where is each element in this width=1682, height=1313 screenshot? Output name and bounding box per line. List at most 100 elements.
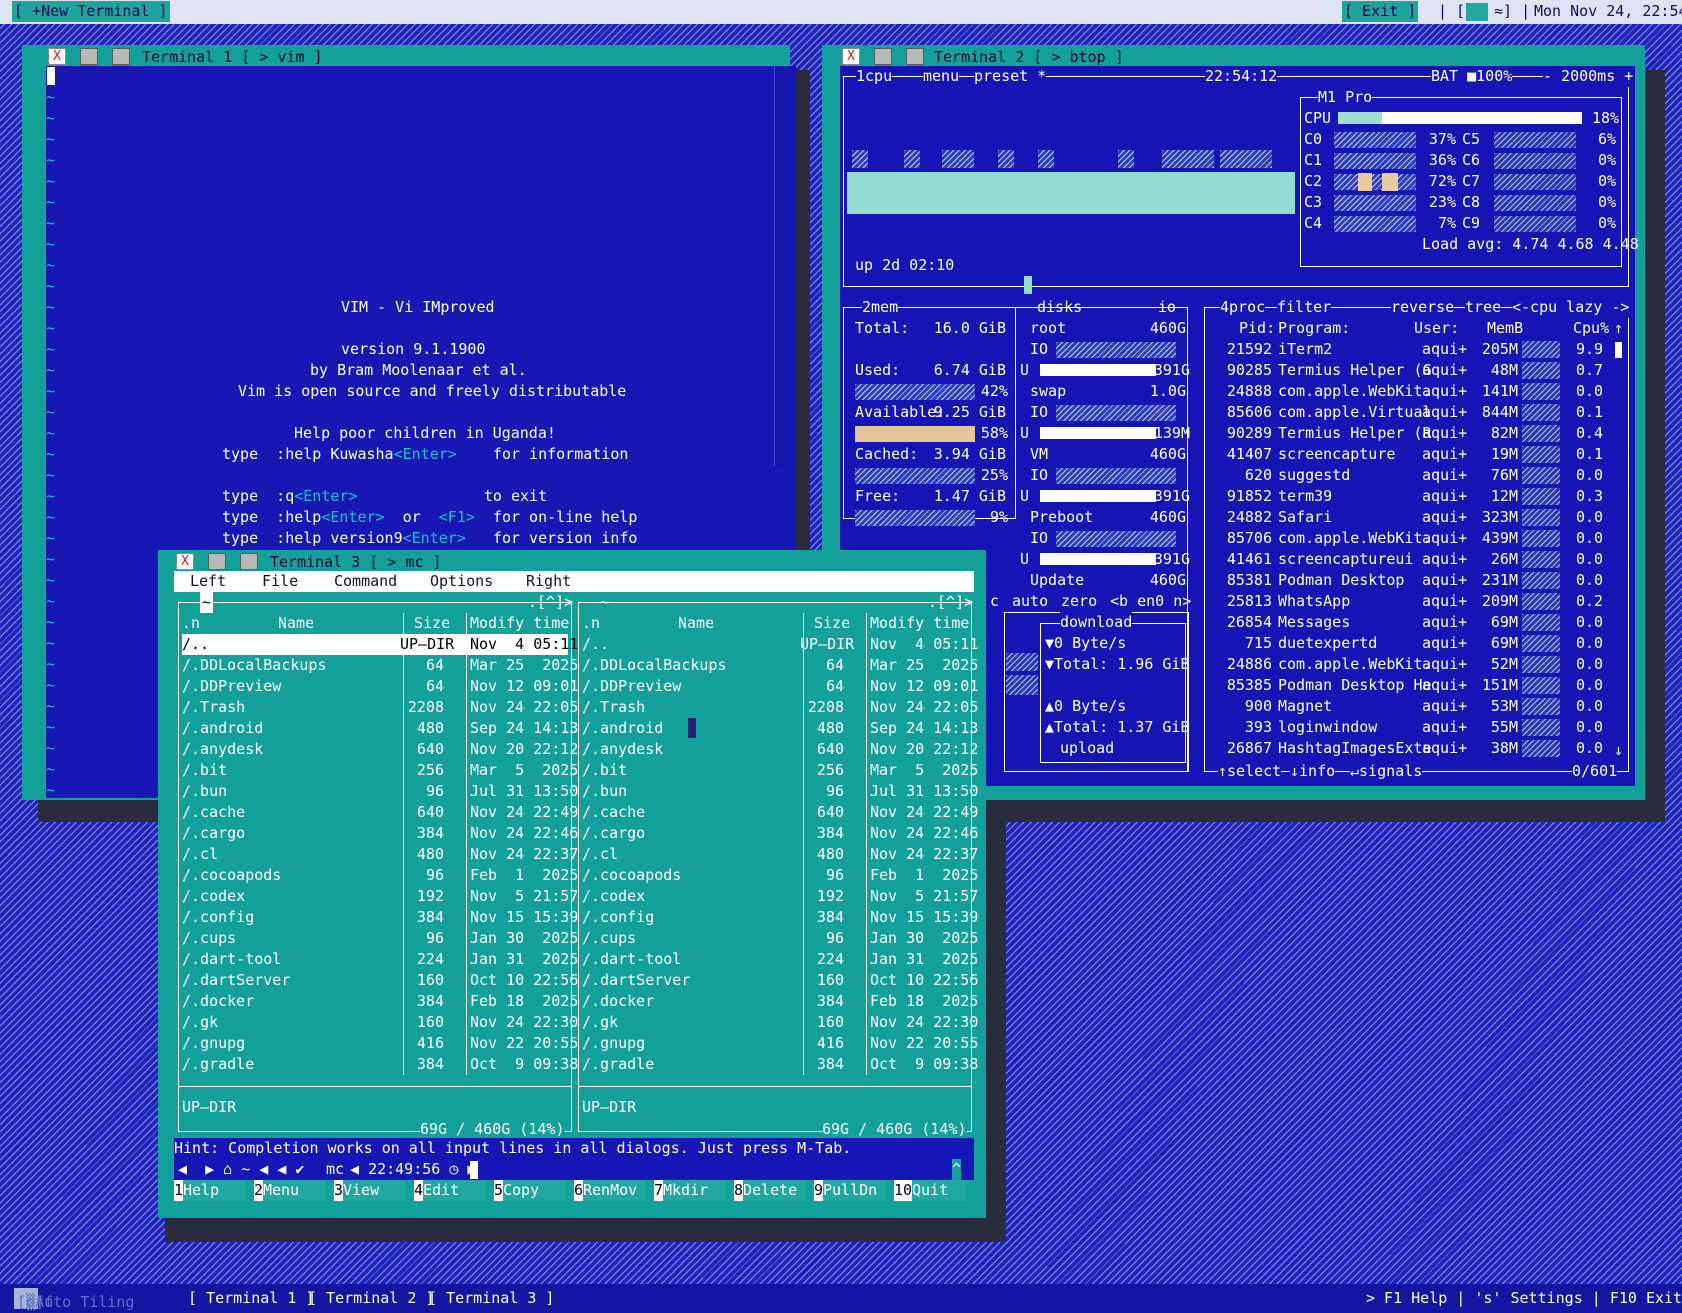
file-row[interactable]: /.config 384 Nov 15 15:39 <box>182 907 578 928</box>
prompt-corner-icon[interactable]: ^ <box>952 1159 962 1180</box>
file-row[interactable]: /.gk 160 Nov 24 22:30 <box>182 1012 578 1033</box>
fkey-view-button[interactable]: View <box>343 1180 406 1201</box>
proc-signals[interactable]: ↵signals <box>1350 761 1423 782</box>
file-row[interactable]: /.cache 640 Nov 24 22:49 <box>182 802 578 823</box>
minimize-button[interactable] <box>874 48 892 65</box>
file-row[interactable]: /.bun 96 Jul 31 13:50 <box>582 781 978 802</box>
maximize-button[interactable] <box>240 553 258 570</box>
col-size-right[interactable]: Size <box>814 613 850 634</box>
file-row[interactable]: /.cl 480 Nov 24 22:37 <box>582 844 978 865</box>
proc-reverse[interactable]: reverse <box>1391 297 1455 318</box>
file-row[interactable]: /.cargo 384 Nov 24 22:46 <box>182 823 578 844</box>
proc-info[interactable]: ↓info <box>1290 761 1336 782</box>
file-row[interactable]: /.docker 384 Feb 18 2025 <box>582 991 978 1012</box>
file-row[interactable]: /.config 384 Nov 15 15:39 <box>582 907 978 928</box>
proc-col-pid[interactable]: Pid: <box>1239 318 1275 339</box>
auto-tiling-toggle[interactable]: [off ▒] Auto Tiling <box>14 1288 134 1311</box>
right-panel-corner[interactable]: .[^]> <box>928 592 973 613</box>
vim-scrollbar[interactable] <box>774 66 784 466</box>
menu-command[interactable]: Command <box>334 571 397 592</box>
file-row[interactable]: /.dartServer 160 Oct 10 22:56 <box>182 970 578 991</box>
file-row[interactable]: /.gradle 384 Oct 9 09:38 <box>182 1054 578 1075</box>
file-row[interactable]: /.android 480 Sep 24 14:13 <box>582 718 978 739</box>
file-row[interactable]: /.android 480 Sep 24 14:13 <box>182 718 578 739</box>
terminal-3-titlebar[interactable]: X Terminal 3 [ > mc ] <box>158 550 986 573</box>
exit-button[interactable]: [ Exit ] <box>1342 1 1419 22</box>
close-button[interactable]: X <box>176 553 194 570</box>
col-modify-right[interactable]: Modify time <box>870 613 969 634</box>
minimize-button[interactable] <box>80 48 98 65</box>
fkey-menu-button[interactable]: Menu <box>263 1180 326 1201</box>
net-auto[interactable]: auto <box>1012 591 1048 612</box>
fkey-delete-button[interactable]: Delete <box>743 1180 806 1201</box>
terminal-1-titlebar[interactable]: X Terminal 1 [ > vim ] <box>22 45 790 68</box>
file-row[interactable]: /.cache 640 Nov 24 22:49 <box>582 802 978 823</box>
file-row[interactable]: /.cocoapods 96 Feb 1 2025 <box>582 865 978 886</box>
minimize-button[interactable] <box>208 553 226 570</box>
proc-scroll-up-icon[interactable]: ↑ <box>1614 318 1623 339</box>
proc-col-program[interactable]: Program: <box>1278 318 1350 339</box>
file-row[interactable]: /.gradle 384 Oct 9 09:38 <box>582 1054 978 1075</box>
file-row[interactable]: /.bun 96 Jul 31 13:50 <box>182 781 578 802</box>
proc-col-cpu[interactable]: Cpu% <box>1573 318 1609 339</box>
file-row[interactable]: /.dart-tool 224 Jan 31 2025 <box>182 949 578 970</box>
col-name-right[interactable]: Name <box>678 613 714 634</box>
close-button[interactable]: X <box>842 48 860 65</box>
proc-scroll-down-icon[interactable]: ↓ <box>1614 740 1623 761</box>
left-panel-path[interactable]: ~ <box>200 592 214 613</box>
file-row[interactable]: /.gnupg 416 Nov 22 20:55 <box>182 1033 578 1054</box>
file-row[interactable]: /.. UP—DIR Nov 4 05:11 <box>182 634 578 655</box>
file-row[interactable]: /.codex 192 Nov 5 21:57 <box>182 886 578 907</box>
file-row[interactable]: /.codex 192 Nov 5 21:57 <box>582 886 978 907</box>
taskbar-terminal-2[interactable]: [ Terminal 2 ] <box>308 1288 434 1309</box>
file-row[interactable]: /.cl 480 Nov 24 22:37 <box>182 844 578 865</box>
fkey-mkdir-button[interactable]: Mkdir <box>663 1180 726 1201</box>
file-row[interactable]: /.cups 96 Jan 30 2025 <box>582 928 978 949</box>
file-row[interactable]: /.Trash 2208 Nov 24 22:05 <box>582 697 978 718</box>
file-row[interactable]: /.dartServer 160 Oct 10 22:56 <box>582 970 978 991</box>
proc-tree[interactable]: tree <box>1465 297 1502 318</box>
menu-options[interactable]: Options <box>430 571 493 592</box>
fkey-help-button[interactable]: Help <box>183 1180 246 1201</box>
file-row[interactable]: /.. UP—DIR Nov 4 05:11 <box>582 634 978 655</box>
file-row[interactable]: /.dart-tool 224 Jan 31 2025 <box>582 949 978 970</box>
right-panel-path[interactable]: ~ <box>600 592 609 613</box>
proc-scrollbar[interactable] <box>1615 342 1622 358</box>
proc-col-user[interactable]: User: <box>1414 318 1459 339</box>
fkey-copy-button[interactable]: Copy <box>503 1180 566 1201</box>
file-row[interactable]: /.DDPreview 64 Nov 12 09:01 <box>182 676 578 697</box>
maximize-button[interactable] <box>112 48 130 65</box>
net-interface[interactable]: <b en0 n> <box>1110 591 1191 612</box>
file-row[interactable]: /.Trash 2208 Nov 24 22:05 <box>182 697 578 718</box>
taskbar-terminal-1[interactable]: [ Terminal 1 ] <box>188 1288 314 1309</box>
fkey-edit-button[interactable]: Edit <box>423 1180 486 1201</box>
col-modify-left[interactable]: Modify time <box>470 613 569 634</box>
col-name-left[interactable]: Name <box>278 613 314 634</box>
proc-sort[interactable]: <-cpu lazy -> <box>1512 297 1630 318</box>
file-row[interactable]: /.DDLocalBackups 64 Mar 25 2025 <box>582 655 978 676</box>
tray-icon[interactable] <box>1466 3 1488 21</box>
file-row[interactable]: /.anydesk 640 Nov 20 22:12 <box>582 739 978 760</box>
menu-file[interactable]: File <box>262 571 298 592</box>
file-row[interactable]: /.cargo 384 Nov 24 22:46 <box>582 823 978 844</box>
proc-col-mem[interactable]: MemB <box>1487 318 1523 339</box>
fkey-quit-button[interactable]: Quit <box>912 1180 966 1201</box>
update-interval[interactable]: - 2000ms + <box>1543 66 1634 87</box>
file-row[interactable]: /.gnupg 416 Nov 22 20:55 <box>582 1033 978 1054</box>
new-terminal-button[interactable]: [ +New Terminal ] <box>12 1 170 22</box>
menu-left[interactable]: Left <box>190 571 226 592</box>
close-button[interactable]: X <box>48 48 66 65</box>
fkey-pulldn-button[interactable]: PullDn <box>823 1180 886 1201</box>
file-row[interactable]: /.bit 256 Mar 5 2025 <box>582 760 978 781</box>
maximize-button[interactable] <box>906 48 924 65</box>
preset-toggle[interactable]: preset * <box>974 66 1047 87</box>
file-row[interactable]: /.bit 256 Mar 5 2025 <box>182 760 578 781</box>
file-row[interactable]: /.anydesk 640 Nov 20 22:12 <box>182 739 578 760</box>
left-panel-corner[interactable]: .[^]> <box>528 592 573 613</box>
file-row[interactable]: /.cups 96 Jan 30 2025 <box>182 928 578 949</box>
col-size-left[interactable]: Size <box>414 613 450 634</box>
proc-filter[interactable]: filter <box>1277 297 1332 318</box>
taskbar-terminal-3[interactable]: [ Terminal 3 ] <box>428 1288 554 1309</box>
menu-toggle[interactable]: menu <box>923 66 960 87</box>
file-row[interactable]: /.cocoapods 96 Feb 1 2025 <box>182 865 578 886</box>
